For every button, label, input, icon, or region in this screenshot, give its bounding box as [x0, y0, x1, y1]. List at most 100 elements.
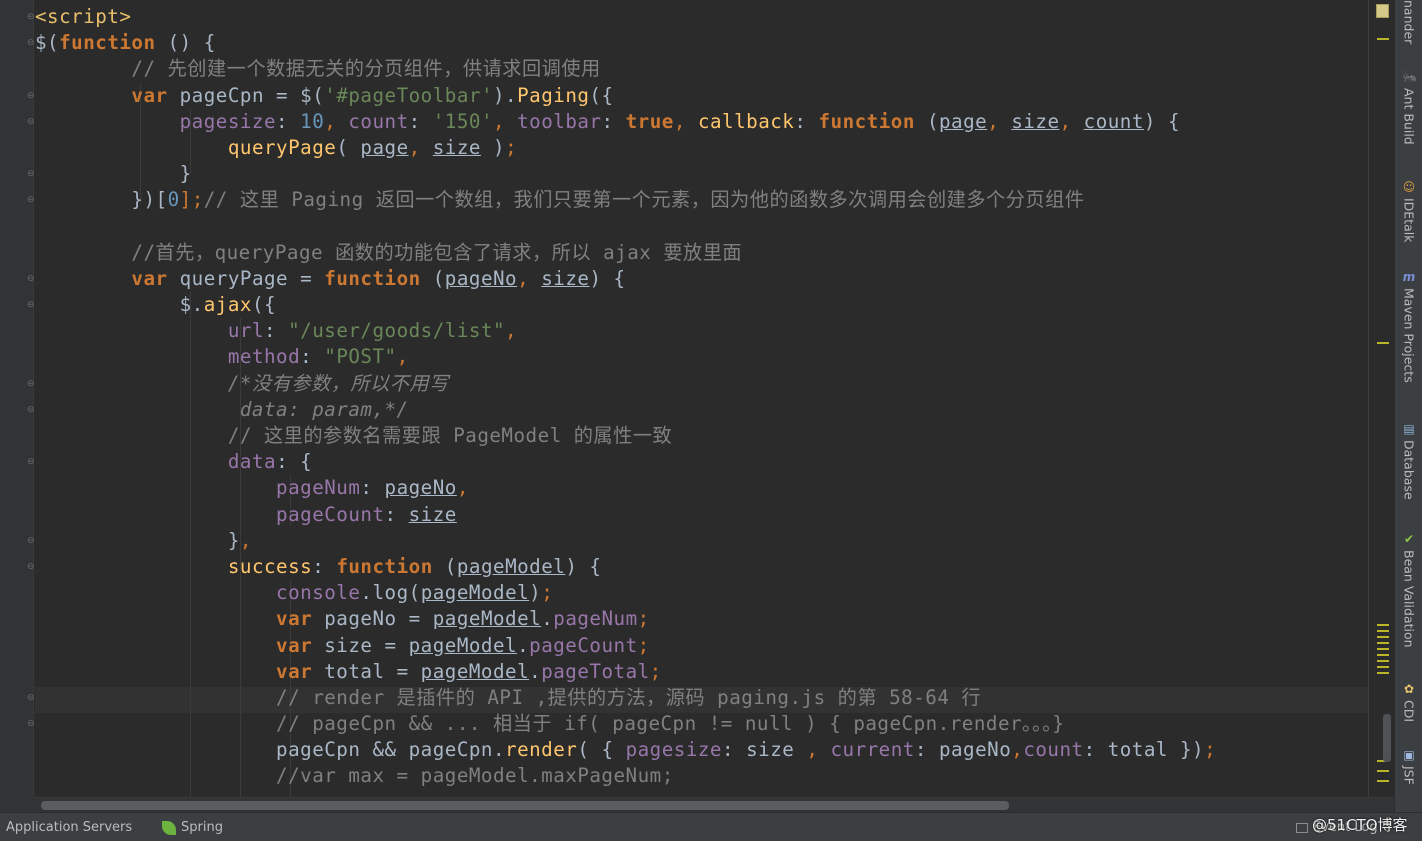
code-line[interactable]: var pageCpn = $('#pageToolbar').Paging({: [35, 83, 1216, 109]
stripe-mark[interactable]: [1377, 648, 1389, 650]
code-line[interactable]: data: {: [35, 449, 1216, 475]
code-token: .: [517, 633, 530, 657]
code-line[interactable]: var queryPage = function (pageNo, size) …: [35, 266, 1216, 292]
code-line[interactable]: }: [35, 161, 1216, 187]
jsf-icon: ▣: [1403, 748, 1415, 762]
code-line[interactable]: success: function (pageModel) {: [35, 554, 1216, 580]
stripe-mark[interactable]: [1377, 654, 1389, 656]
code-line[interactable]: var size = pageModel.pageCount;: [35, 633, 1216, 659]
tab-spring[interactable]: Spring: [162, 820, 223, 835]
code-line[interactable]: var total = pageModel.pageTotal;: [35, 659, 1216, 685]
code-line[interactable]: pageNum: pageNo,: [35, 475, 1216, 501]
code-line[interactable]: pagesize: 10, count: '150', toolbar: tru…: [35, 109, 1216, 135]
vertical-scrollbar-thumb[interactable]: [1383, 714, 1391, 762]
code-line[interactable]: //var max = pageModel.maxPageNum;: [35, 763, 1216, 789]
code-line[interactable]: <script>: [35, 4, 1216, 30]
code-line[interactable]: })[0];// 这里 Paging 返回一个数组，我们只要第一个元素，因为他的…: [35, 187, 1216, 213]
code-line[interactable]: // 这里的参数名需要跟 PageModel 的属性一致: [35, 423, 1216, 449]
tool-ant-build[interactable]: 🐜 Ant Build: [1395, 70, 1422, 145]
code-line[interactable]: /*没有参数，所以不用写: [35, 371, 1216, 397]
code-line[interactable]: url: "/user/goods/list",: [35, 318, 1216, 344]
code-token: }: [35, 162, 192, 186]
code-line[interactable]: var pageNo = pageModel.pageNum;: [35, 606, 1216, 632]
code-token: pageTotal: [541, 659, 650, 683]
code-token: data: [227, 450, 277, 474]
bottom-tool-bar: Application Servers Spring Event Log @51…: [0, 812, 1422, 841]
inspection-status-icon[interactable]: [1376, 4, 1389, 18]
code-token: pageModel: [456, 554, 566, 578]
code-token: ) {: [589, 266, 626, 290]
code-token: ,: [456, 476, 469, 500]
code-token: ): [529, 581, 542, 605]
code-token: (: [420, 266, 445, 290]
stripe-mark[interactable]: [1377, 636, 1389, 638]
code-line[interactable]: console.log(pageModel);: [35, 580, 1216, 606]
code-line[interactable]: // 先创建一个数据无关的分页组件，供请求回调使用: [35, 56, 1216, 82]
code-token: () {: [155, 31, 216, 55]
code-line[interactable]: pageCount: size: [35, 502, 1216, 528]
code-token: queryPage: [227, 135, 337, 159]
code-lines[interactable]: <script> $(function () { // 先创建一个数据无关的分页组…: [35, 4, 1216, 790]
code-token: count: [1023, 738, 1084, 762]
tool-jsf[interactable]: ▣ JSF: [1395, 748, 1422, 785]
stripe-mark[interactable]: [1377, 770, 1389, 772]
tab-application-servers[interactable]: Application Servers: [6, 820, 132, 835]
code-token: ;: [541, 581, 554, 605]
code-token: ({: [251, 293, 277, 317]
code-editor[interactable]: <script> $(function () { // 先创建一个数据无关的分页组…: [35, 0, 1368, 797]
code-line[interactable]: },: [35, 528, 1216, 554]
code-token: $(: [35, 31, 60, 55]
code-token: :: [384, 502, 409, 526]
stripe-mark[interactable]: [1377, 666, 1389, 668]
tool-database[interactable]: ▤ Database: [1395, 422, 1422, 500]
horizontal-scrollbar[interactable]: [35, 797, 1394, 812]
code-line[interactable]: method: "POST",: [35, 344, 1216, 370]
tool-label: Bean Validation: [1401, 550, 1417, 648]
stripe-mark[interactable]: [1377, 624, 1389, 626]
code-token: function: [818, 109, 915, 133]
code-line[interactable]: // pageCpn && ... 相当于 if( pageCpn != nul…: [35, 711, 1216, 737]
code-token: :: [601, 109, 626, 133]
code-token: "POST": [324, 345, 397, 369]
horizontal-scrollbar-thumb[interactable]: [41, 801, 1009, 810]
code-token: ) {: [1143, 109, 1181, 133]
code-line[interactable]: pageCpn && pageCpn.render( { pagesize: s…: [35, 737, 1216, 763]
code-token: pageNum: [276, 476, 361, 500]
code-token: ,: [324, 109, 349, 133]
code-token: (: [432, 554, 457, 578]
code-token: ,: [1011, 738, 1024, 762]
code-line[interactable]: $.ajax({: [35, 292, 1216, 318]
code-line[interactable]: $(function () {: [35, 30, 1216, 56]
code-line[interactable]: [35, 214, 1216, 240]
stripe-mark[interactable]: [1377, 642, 1389, 644]
code-token: ,: [408, 135, 433, 159]
code-token: queryPage =: [167, 266, 325, 290]
code-token: var: [131, 266, 168, 290]
code-line[interactable]: // render 是插件的 API ,提供的方法，源码 paging.js 的…: [35, 685, 1216, 711]
code-line[interactable]: queryPage( page, size );: [35, 135, 1216, 161]
tool-commander[interactable]: nander: [1395, 0, 1422, 44]
stripe-mark[interactable]: [1377, 630, 1389, 632]
code-token: ): [480, 135, 506, 159]
stripe-mark[interactable]: [1377, 672, 1389, 674]
code-token: /*没有参数，所以不用写: [35, 371, 449, 395]
code-token: pagesize: [625, 738, 722, 762]
code-token: method: [227, 345, 301, 369]
code-token: 10: [300, 109, 325, 133]
tool-bean-validation[interactable]: ✔ Bean Validation: [1395, 532, 1422, 648]
code-token: total =: [312, 659, 421, 683]
tool-cdi[interactable]: ✿ CDI: [1395, 682, 1422, 722]
tool-maven-projects[interactable]: m Maven Projects: [1395, 270, 1422, 383]
stripe-mark[interactable]: [1377, 38, 1389, 40]
stripe-mark[interactable]: [1377, 780, 1389, 782]
code-line[interactable]: //首先，queryPage 函数的功能包含了请求，所以 ajax 要放里面: [35, 240, 1216, 266]
code-line[interactable]: data: param,*/: [35, 397, 1216, 423]
stripe-mark[interactable]: [1377, 342, 1389, 344]
database-icon: ▤: [1403, 422, 1415, 436]
tool-idetalk[interactable]: ☺ IDEtalk: [1395, 180, 1422, 242]
error-stripe[interactable]: [1368, 0, 1394, 797]
stripe-mark[interactable]: [1377, 660, 1389, 662]
code-token: : total }): [1083, 738, 1205, 762]
